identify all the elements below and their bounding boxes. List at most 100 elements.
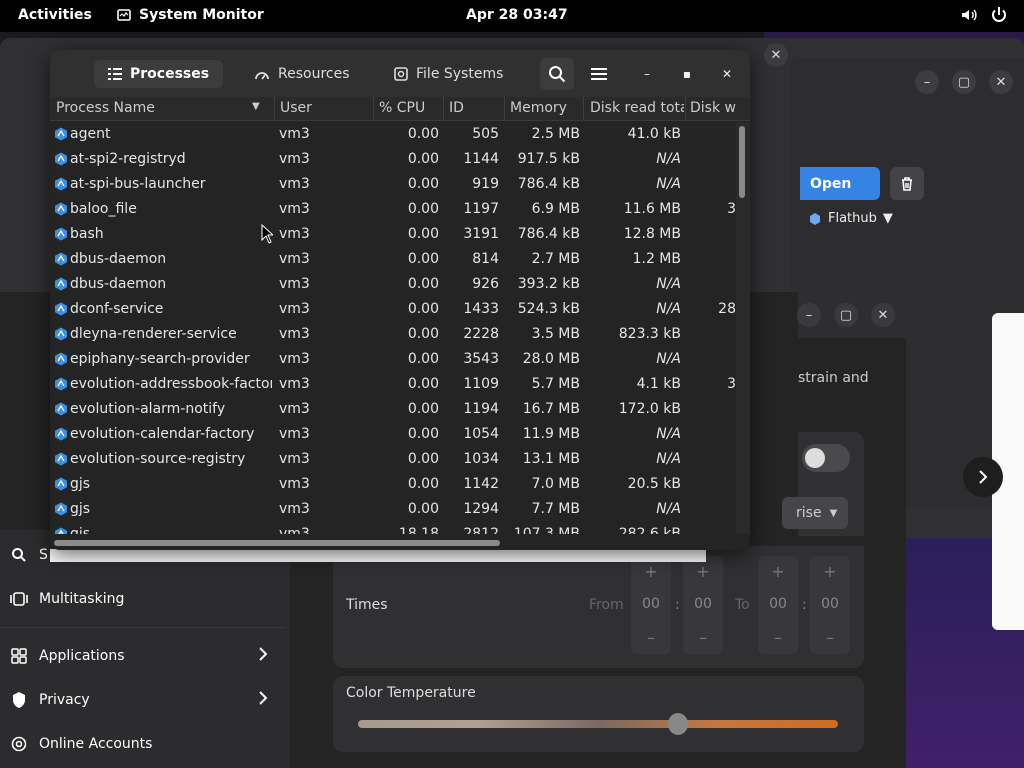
minimize-button[interactable]: – (634, 61, 660, 87)
process-icon (54, 427, 68, 441)
table-row[interactable]: bash vm3 0.00 3191 786.4 kB 12.8 MB (50, 222, 736, 247)
sidebar-item-applications[interactable]: Applications (0, 634, 288, 678)
slider-handle[interactable] (668, 713, 688, 735)
system-monitor-icon (117, 9, 131, 21)
column-header-disk-read[interactable]: Disk read tota (590, 100, 684, 116)
cell-read: 4.1 kB (636, 376, 681, 392)
cell-cpu: 0.00 (407, 426, 439, 442)
table-row[interactable]: at-spi2-registryd vm3 0.00 1144 917.5 kB N/A (50, 147, 736, 172)
cell-cpu: 0.00 (407, 301, 439, 317)
system-tray[interactable] (960, 6, 1008, 24)
cell-cpu: 0.00 (407, 151, 439, 167)
software-close-button-2[interactable]: ✕ (989, 70, 1013, 94)
cell-read: 11.6 MB (623, 201, 681, 217)
cell-user: vm3 (279, 151, 310, 167)
sidebar-item-privacy[interactable]: Privacy (0, 678, 288, 722)
table-row[interactable]: dleyna-renderer-service vm3 0.00 2228 3.5 MB… (50, 322, 736, 347)
cell-id: 1054 (463, 426, 499, 442)
chevron-right-icon (979, 470, 988, 484)
night-light-toggle[interactable] (802, 444, 850, 472)
cell-user: vm3 (279, 276, 310, 292)
applications-icon (10, 647, 28, 665)
process-icon (54, 227, 68, 241)
table-row[interactable]: gjs vm3 18.18 2812 107.3 MB 282.6 kB (50, 522, 736, 534)
settings-minimize-button[interactable]: – (797, 303, 821, 327)
column-header-cpu[interactable]: % CPU (379, 100, 439, 116)
table-row[interactable]: evolution-alarm-notify vm3 0.00 1194 16.7 MB… (50, 397, 736, 422)
table-row[interactable]: evolution-calendar-factory vm3 0.00 1054 11.… (50, 422, 736, 447)
tab-label: Resources (278, 66, 350, 82)
table-row[interactable]: dconf-service vm3 0.00 1433 524.3 kB N/A 28 (50, 297, 736, 322)
cell-read: N/A (656, 451, 681, 467)
column-header-memory[interactable]: Memory (510, 100, 580, 116)
process-icon (54, 502, 68, 516)
to-minutes-spinner[interactable]: +00– (810, 556, 850, 654)
cell-name: gjs (70, 476, 91, 492)
column-divider (274, 97, 275, 121)
uninstall-button[interactable] (890, 167, 924, 200)
cell-write: 28 (718, 301, 736, 317)
cell-name: baloo_file (70, 201, 137, 217)
table-row[interactable]: agent vm3 0.00 505 2.5 MB 41.0 kB (50, 122, 736, 147)
sidebar-item-online-accounts[interactable]: Online Accounts (0, 722, 288, 766)
next-button[interactable] (963, 457, 1003, 497)
cell-mem: 28.0 MB (522, 351, 580, 367)
app-menu[interactable]: System Monitor (117, 7, 264, 23)
source-selector[interactable]: Flathub ▼ (808, 211, 893, 226)
software-maximize-button[interactable]: ▢ (952, 70, 976, 94)
software-close-button[interactable]: ✕ (764, 43, 788, 67)
table-row[interactable]: evolution-addressbook-factory vm3 0.00 1109… (50, 372, 736, 397)
online-accounts-icon (10, 735, 28, 753)
column-header-disk-write[interactable]: Disk w (690, 100, 750, 116)
cell-id: 1197 (463, 201, 499, 217)
cell-user: vm3 (279, 376, 310, 392)
table-row[interactable]: evolution-source-registry vm3 0.00 1034 13.1… (50, 447, 736, 472)
maximize-button[interactable]: ▪ (674, 61, 700, 87)
table-row[interactable]: gjs vm3 0.00 1294 7.7 MB N/A (50, 497, 736, 522)
cell-name: dbus-daemon (70, 251, 167, 267)
table-row[interactable]: at-spi-bus-launcher vm3 0.00 919 786.4 kB N/A (50, 172, 736, 197)
sidebar-item-multitasking[interactable]: Multitasking (0, 577, 288, 621)
clock[interactable]: Apr 28 03:47 (466, 7, 568, 23)
cell-cpu: 0.00 (407, 326, 439, 342)
sort-descending-icon: ▼ (252, 101, 260, 112)
tab-processes[interactable]: Processes (94, 60, 224, 88)
settings-search-entry[interactable] (50, 549, 706, 562)
column-header-user[interactable]: User (280, 100, 370, 116)
tab-label: Processes (130, 66, 210, 82)
vertical-scrollbar[interactable] (739, 126, 745, 198)
open-button[interactable]: Open (800, 167, 880, 200)
settings-close-button[interactable]: ✕ (871, 303, 895, 327)
settings-maximize-button[interactable]: ▢ (834, 303, 858, 327)
top-bar: Activities System Monitor Apr 28 03:47 (0, 0, 1024, 32)
night-light-description: strain and (798, 370, 869, 386)
table-row[interactable]: gjs vm3 0.00 1142 7.0 MB 20.5 kB (50, 472, 736, 497)
from-hours-spinner[interactable]: +00– (631, 556, 671, 654)
cell-read: N/A (656, 276, 681, 292)
activities-button[interactable]: Activities (18, 7, 92, 23)
table-row[interactable]: baloo_file vm3 0.00 1197 6.9 MB 11.6 MB 3 (50, 197, 736, 222)
process-icon (54, 352, 68, 366)
volume-icon (962, 9, 977, 21)
from-minutes-spinner[interactable]: +00– (683, 556, 723, 654)
cell-mem: 786.4 kB (517, 226, 580, 242)
schedule-dropdown[interactable]: rise ▼ (782, 497, 848, 529)
tab-file-systems[interactable]: File Systems (380, 60, 517, 88)
color-temperature-slider[interactable] (358, 720, 838, 728)
cell-user: vm3 (279, 351, 310, 367)
software-minimize-button[interactable]: – (915, 70, 939, 94)
tab-resources[interactable]: Resources (240, 60, 364, 88)
process-icon (54, 377, 68, 391)
table-row[interactable]: epiphany-search-provider vm3 0.00 3543 28.0 … (50, 347, 736, 372)
table-row[interactable]: dbus-daemon vm3 0.00 814 2.7 MB 1.2 MB (50, 247, 736, 272)
main-menu-button[interactable] (582, 58, 616, 90)
to-hours-spinner[interactable]: +00– (758, 556, 798, 654)
column-header-process-name[interactable]: Process Name (56, 100, 246, 116)
cell-name: at-spi-bus-launcher (70, 176, 206, 192)
column-header-id[interactable]: ID (449, 100, 499, 116)
close-button[interactable]: ✕ (714, 61, 740, 87)
search-button[interactable] (540, 58, 574, 90)
horizontal-scrollbar[interactable] (54, 540, 500, 546)
tab-label: File Systems (416, 66, 504, 82)
table-row[interactable]: dbus-daemon vm3 0.00 926 393.2 kB N/A (50, 272, 736, 297)
